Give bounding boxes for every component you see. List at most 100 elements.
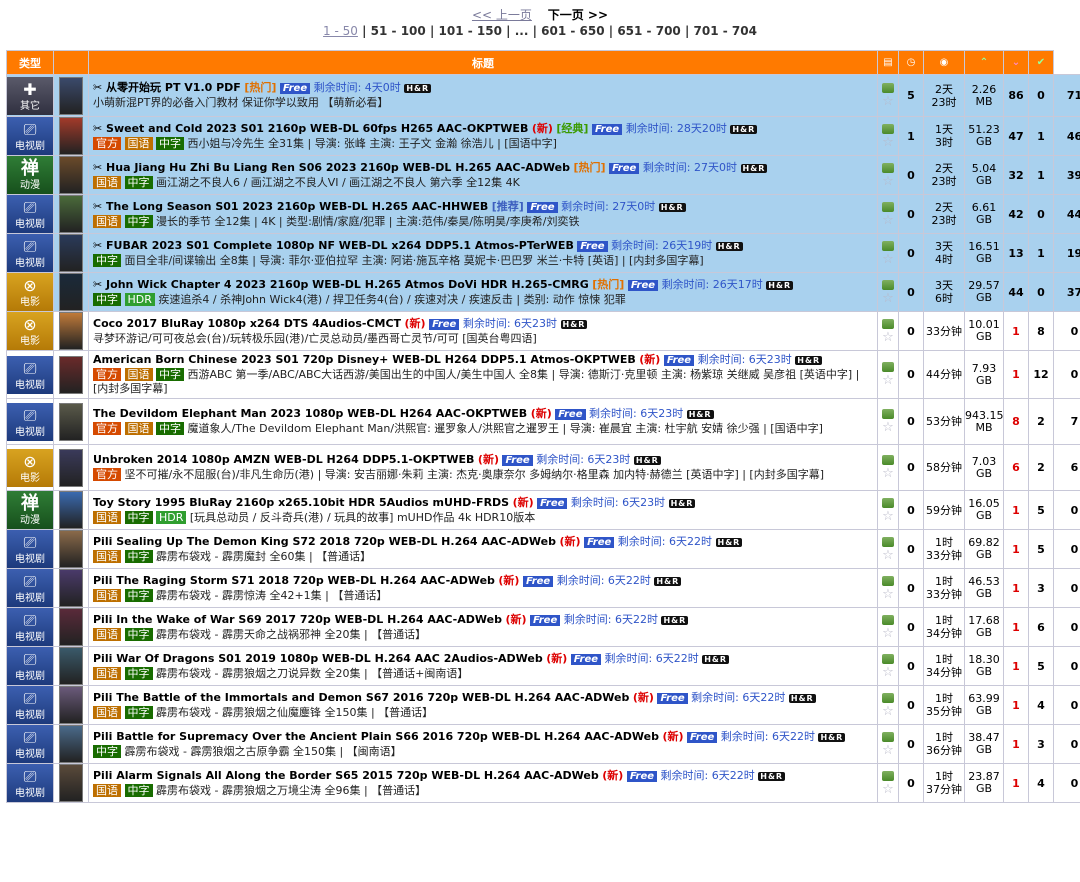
download-icon[interactable] bbox=[882, 123, 894, 134]
page-link[interactable]: 51 - 100 bbox=[371, 24, 426, 38]
download-icon[interactable] bbox=[882, 279, 894, 290]
download-icon[interactable] bbox=[882, 362, 894, 372]
completed-count[interactable]: 0 bbox=[1053, 685, 1080, 725]
comments-count[interactable]: 0 bbox=[898, 568, 924, 608]
bookmark-star-icon[interactable]: ☆ bbox=[882, 174, 894, 189]
col-time-header[interactable]: ◷ bbox=[898, 50, 924, 75]
comments-count[interactable]: 0 bbox=[898, 529, 924, 569]
comments-count[interactable]: 0 bbox=[898, 398, 924, 445]
download-icon[interactable] bbox=[882, 240, 894, 251]
seeders-count[interactable]: 1 bbox=[1003, 724, 1029, 764]
page-link[interactable]: 1 - 50 bbox=[323, 24, 358, 38]
seeders-count[interactable]: 32 bbox=[1003, 155, 1029, 195]
leechers-count[interactable]: 0 bbox=[1028, 74, 1054, 117]
category-badge[interactable]: ⎚ 电视剧 bbox=[7, 234, 53, 272]
poster-thumbnail[interactable] bbox=[59, 764, 83, 802]
category-badge[interactable]: ⎚ 电视剧 bbox=[7, 195, 53, 233]
leechers-count[interactable]: 5 bbox=[1028, 529, 1054, 569]
seeders-count[interactable]: 1 bbox=[1003, 490, 1029, 530]
download-icon[interactable] bbox=[882, 731, 894, 742]
torrent-title-link[interactable]: John Wick Chapter 4 2023 2160p WEB-DL H.… bbox=[106, 278, 589, 291]
poster-thumbnail[interactable] bbox=[59, 569, 83, 607]
col-title-header[interactable]: 标题 bbox=[88, 50, 878, 75]
comments-count[interactable]: 0 bbox=[898, 194, 924, 234]
seeders-count[interactable]: 47 bbox=[1003, 116, 1029, 156]
completed-count[interactable]: 6 bbox=[1053, 444, 1080, 491]
col-seeders-header[interactable]: ⌃ bbox=[964, 50, 1004, 75]
completed-count[interactable]: 37 bbox=[1053, 272, 1080, 312]
category-badge[interactable]: ⎚ 电视剧 bbox=[7, 402, 53, 441]
poster-thumbnail[interactable] bbox=[59, 234, 83, 272]
torrent-title-link[interactable]: Unbroken 2014 1080p AMZN WEB-DL H264 DDP… bbox=[93, 453, 474, 466]
bookmark-star-icon[interactable]: ☆ bbox=[882, 782, 894, 797]
bookmark-star-icon[interactable]: ☆ bbox=[882, 135, 894, 150]
completed-count[interactable]: 0 bbox=[1053, 529, 1080, 569]
poster-thumbnail[interactable] bbox=[59, 530, 83, 568]
comments-count[interactable]: 0 bbox=[898, 724, 924, 764]
comments-count[interactable]: 0 bbox=[898, 490, 924, 530]
comments-count[interactable]: 0 bbox=[898, 685, 924, 725]
poster-thumbnail[interactable] bbox=[59, 491, 83, 529]
download-icon[interactable] bbox=[882, 536, 894, 547]
leechers-count[interactable]: 3 bbox=[1028, 724, 1054, 764]
seeders-count[interactable]: 44 bbox=[1003, 272, 1029, 312]
poster-thumbnail[interactable] bbox=[59, 355, 83, 394]
next-page-link[interactable]: 下一页 >> bbox=[548, 8, 608, 22]
poster-thumbnail[interactable] bbox=[59, 312, 83, 350]
page-link[interactable]: 101 - 150 bbox=[439, 24, 502, 38]
completed-count[interactable]: 46 bbox=[1053, 116, 1080, 156]
seeders-count[interactable]: 1 bbox=[1003, 607, 1029, 647]
completed-count[interactable]: 7 bbox=[1053, 398, 1080, 445]
category-badge[interactable]: ✚ 其它 bbox=[7, 76, 53, 115]
category-badge[interactable]: ⊗ 电影 bbox=[7, 273, 53, 311]
torrent-title-link[interactable]: Pili Alarm Signals All Along the Border … bbox=[93, 769, 599, 782]
comments-count[interactable]: 0 bbox=[898, 272, 924, 312]
seeders-count[interactable]: 6 bbox=[1003, 444, 1029, 491]
completed-count[interactable]: 0 bbox=[1053, 646, 1080, 686]
leechers-count[interactable]: 3 bbox=[1028, 568, 1054, 608]
torrent-title-link[interactable]: 从零开始玩 PT V1.0 PDF bbox=[106, 81, 241, 94]
download-icon[interactable] bbox=[882, 162, 894, 173]
download-icon[interactable] bbox=[882, 455, 894, 465]
leechers-count[interactable]: 5 bbox=[1028, 646, 1054, 686]
seeders-count[interactable]: 13 bbox=[1003, 233, 1029, 273]
download-icon[interactable] bbox=[882, 653, 894, 664]
comments-count[interactable]: 0 bbox=[898, 763, 924, 803]
torrent-title-link[interactable]: Pili In the Wake of War S69 2017 720p WE… bbox=[93, 613, 502, 626]
bookmark-star-icon[interactable]: ☆ bbox=[882, 704, 894, 719]
page-link[interactable]: 601 - 650 bbox=[541, 24, 604, 38]
comments-count[interactable]: 1 bbox=[898, 116, 924, 156]
leechers-count[interactable]: 8 bbox=[1028, 311, 1054, 351]
poster-thumbnail[interactable] bbox=[59, 195, 83, 233]
torrent-title-link[interactable]: Coco 2017 BluRay 1080p x264 DTS 4Audios-… bbox=[93, 317, 401, 330]
seeders-count[interactable]: 1 bbox=[1003, 529, 1029, 569]
bookmark-star-icon[interactable]: ☆ bbox=[882, 291, 894, 306]
leechers-count[interactable]: 1 bbox=[1028, 116, 1054, 156]
leechers-count[interactable]: 2 bbox=[1028, 398, 1054, 445]
completed-count[interactable]: 0 bbox=[1053, 490, 1080, 530]
download-icon[interactable] bbox=[882, 83, 894, 93]
bookmark-star-icon[interactable]: ☆ bbox=[882, 548, 894, 563]
completed-count[interactable]: 19 bbox=[1053, 233, 1080, 273]
poster-thumbnail[interactable] bbox=[59, 402, 83, 441]
torrent-title-link[interactable]: The Long Season S01 2023 2160p WEB-DL H.… bbox=[106, 200, 488, 213]
poster-thumbnail[interactable] bbox=[59, 725, 83, 763]
comments-count[interactable]: 0 bbox=[898, 233, 924, 273]
leechers-count[interactable]: 1 bbox=[1028, 233, 1054, 273]
category-badge[interactable]: ⎚ 电视剧 bbox=[7, 647, 53, 685]
poster-thumbnail[interactable] bbox=[59, 686, 83, 724]
seeders-count[interactable]: 1 bbox=[1003, 763, 1029, 803]
torrent-title-link[interactable]: Toy Story 1995 BluRay 2160p x265.10bit H… bbox=[93, 496, 509, 509]
category-badge[interactable]: ⎚ 电视剧 bbox=[7, 355, 53, 394]
download-icon[interactable] bbox=[882, 614, 894, 625]
leechers-count[interactable]: 0 bbox=[1028, 194, 1054, 234]
seeders-count[interactable]: 1 bbox=[1003, 568, 1029, 608]
leechers-count[interactable]: 1 bbox=[1028, 155, 1054, 195]
seeders-count[interactable]: 1 bbox=[1003, 350, 1029, 399]
comments-count[interactable]: 0 bbox=[898, 444, 924, 491]
completed-count[interactable]: 0 bbox=[1053, 607, 1080, 647]
download-icon[interactable] bbox=[882, 770, 894, 781]
seeders-count[interactable]: 86 bbox=[1003, 74, 1029, 117]
leechers-count[interactable]: 12 bbox=[1028, 350, 1054, 399]
seeders-count[interactable]: 42 bbox=[1003, 194, 1029, 234]
